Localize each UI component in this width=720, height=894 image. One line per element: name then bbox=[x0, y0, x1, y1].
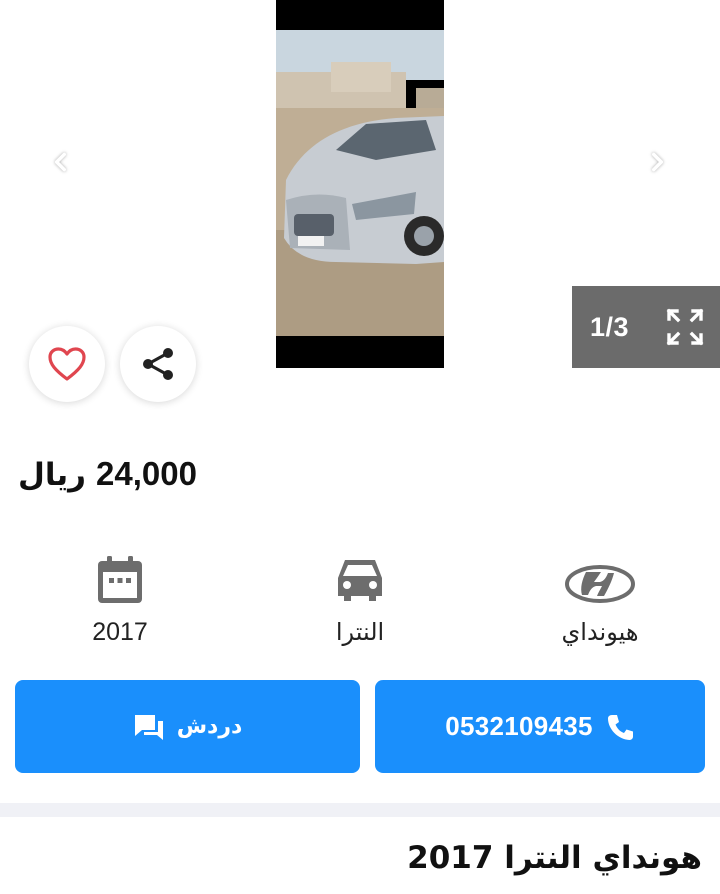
heart-icon bbox=[48, 347, 86, 381]
hyundai-logo-icon bbox=[565, 565, 635, 603]
chat-button[interactable]: دردش bbox=[15, 680, 360, 773]
fullscreen-icon[interactable] bbox=[664, 306, 706, 348]
price-amount: 24,000 bbox=[96, 455, 197, 492]
call-button[interactable]: 0532109435 bbox=[375, 680, 705, 773]
chat-button-label: دردش bbox=[176, 714, 243, 739]
phone-icon bbox=[607, 714, 633, 740]
spec-make: هيونداي bbox=[520, 548, 680, 658]
spec-model: النترا bbox=[280, 548, 440, 658]
photo-counter-text: 1/3 bbox=[590, 311, 630, 342]
car-photo-image bbox=[276, 0, 444, 368]
next-photo-button[interactable] bbox=[641, 146, 673, 178]
share-icon bbox=[143, 348, 173, 380]
share-button[interactable] bbox=[120, 326, 196, 402]
chevron-right-icon bbox=[652, 152, 664, 172]
spec-model-value: النترا bbox=[335, 618, 385, 646]
previous-photo-button[interactable] bbox=[45, 146, 77, 178]
spec-make-value: هيونداي bbox=[561, 618, 639, 646]
price: ريال 24,000 bbox=[18, 455, 197, 505]
car-photo[interactable] bbox=[276, 0, 444, 368]
photo-counter[interactable]: 1/3 bbox=[572, 286, 720, 368]
spec-year: 2017 bbox=[40, 548, 200, 658]
chevron-left-icon bbox=[54, 152, 66, 172]
favorite-button[interactable] bbox=[29, 326, 105, 402]
car-specs: 2017 النترا هيونداي bbox=[0, 548, 720, 658]
section-divider bbox=[0, 803, 720, 817]
listing-page: 1/3 ريال 24,000 2017 النترا هيونداي دردش… bbox=[0, 0, 720, 894]
calendar-icon bbox=[98, 556, 142, 603]
spec-year-value: 2017 bbox=[92, 618, 148, 646]
listing-title: هونداي النترا 2017 bbox=[407, 840, 702, 876]
car-icon bbox=[338, 560, 382, 601]
photo-gallery[interactable]: 1/3 bbox=[0, 0, 720, 370]
chat-icon bbox=[134, 714, 163, 740]
price-currency: ريال bbox=[18, 457, 87, 493]
phone-number: 0532109435 bbox=[445, 711, 593, 741]
